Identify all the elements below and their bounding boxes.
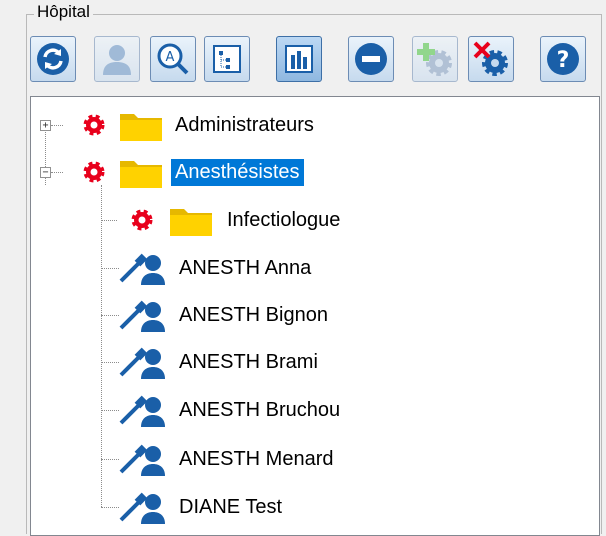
tree-line (101, 220, 117, 221)
tree-line (101, 268, 119, 269)
org-chart-icon (285, 45, 313, 73)
anesthetist-user-icon (119, 444, 165, 476)
tree-node-user[interactable]: ANESTH Anna (119, 248, 315, 288)
tree-line (101, 507, 119, 508)
tree-node-user[interactable]: ANESTH Bignon (119, 295, 332, 335)
tree-node-infectiologue[interactable]: Infectiologue (129, 200, 344, 240)
tree-node-user[interactable]: ANESTH Menard (119, 439, 338, 479)
tree-node-label: ANESTH Menard (179, 447, 334, 470)
service-gear-icon (83, 114, 105, 136)
refresh-icon (37, 43, 69, 75)
delete-gear-icon (473, 41, 508, 76)
tree-line (101, 410, 119, 411)
collapse-toggle[interactable]: − (40, 167, 51, 178)
tree-view[interactable]: + Administrateurs − Anesthésistes Infect… (30, 96, 600, 536)
anesthetist-user-icon (119, 347, 165, 379)
add-service-button[interactable] (412, 36, 458, 82)
tree-node-label: Anesthésistes (171, 158, 304, 186)
tree-node-label: ANESTH Brami (179, 350, 318, 373)
tree-line (51, 172, 63, 173)
tree-node-user[interactable]: ANESTH Brami (119, 342, 322, 382)
tree-node-administrateurs[interactable]: Administrateurs (81, 105, 318, 145)
minus-circle-icon (355, 43, 387, 75)
tree-node-user[interactable]: ANESTH Bruchou (119, 390, 344, 430)
search-button[interactable]: A (150, 36, 196, 82)
service-gear-icon (83, 161, 105, 183)
svg-text:?: ? (557, 48, 570, 73)
anesthetist-user-icon (119, 253, 165, 285)
tree-node-label: ANESTH Anna (179, 256, 312, 279)
tree-line (51, 125, 63, 126)
expand-toggle[interactable]: + (40, 120, 51, 131)
tree-node-label: ANESTH Bruchou (179, 398, 341, 421)
tree-node-user[interactable]: DIANE Test (119, 487, 286, 527)
refresh-button[interactable] (30, 36, 76, 82)
folder-icon (120, 114, 162, 141)
group-title: Hôpital (34, 2, 93, 22)
tree-line (101, 315, 119, 316)
help-icon: ? (547, 43, 579, 75)
service-gear-icon (131, 209, 153, 231)
tree-node-label: DIANE Test (179, 495, 282, 518)
tree-node-label: ANESTH Bignon (179, 303, 328, 326)
toolbar: A ? (30, 36, 600, 88)
tree-node-anesthesistes[interactable]: Anesthésistes (81, 152, 304, 192)
search-icon: A (157, 43, 189, 75)
tree-node-label: Administrateurs (175, 113, 314, 136)
user-button[interactable] (94, 36, 140, 82)
tree-icon (213, 45, 241, 73)
delete-service-button[interactable] (468, 36, 514, 82)
folder-icon (170, 209, 212, 236)
tree-line (101, 362, 119, 363)
folder-icon (120, 161, 162, 188)
add-gear-icon (417, 43, 452, 76)
tree-view-button[interactable] (204, 36, 250, 82)
remove-button[interactable] (348, 36, 394, 82)
tree-line (101, 459, 119, 460)
svg-text:A: A (166, 50, 175, 65)
anesthetist-user-icon (119, 395, 165, 427)
anesthetist-user-icon (119, 300, 165, 332)
tree-node-label: Infectiologue (227, 208, 341, 231)
anesthetist-user-icon (119, 492, 165, 524)
user-icon (103, 45, 131, 75)
help-button[interactable]: ? (540, 36, 586, 82)
org-chart-button[interactable] (276, 36, 322, 82)
